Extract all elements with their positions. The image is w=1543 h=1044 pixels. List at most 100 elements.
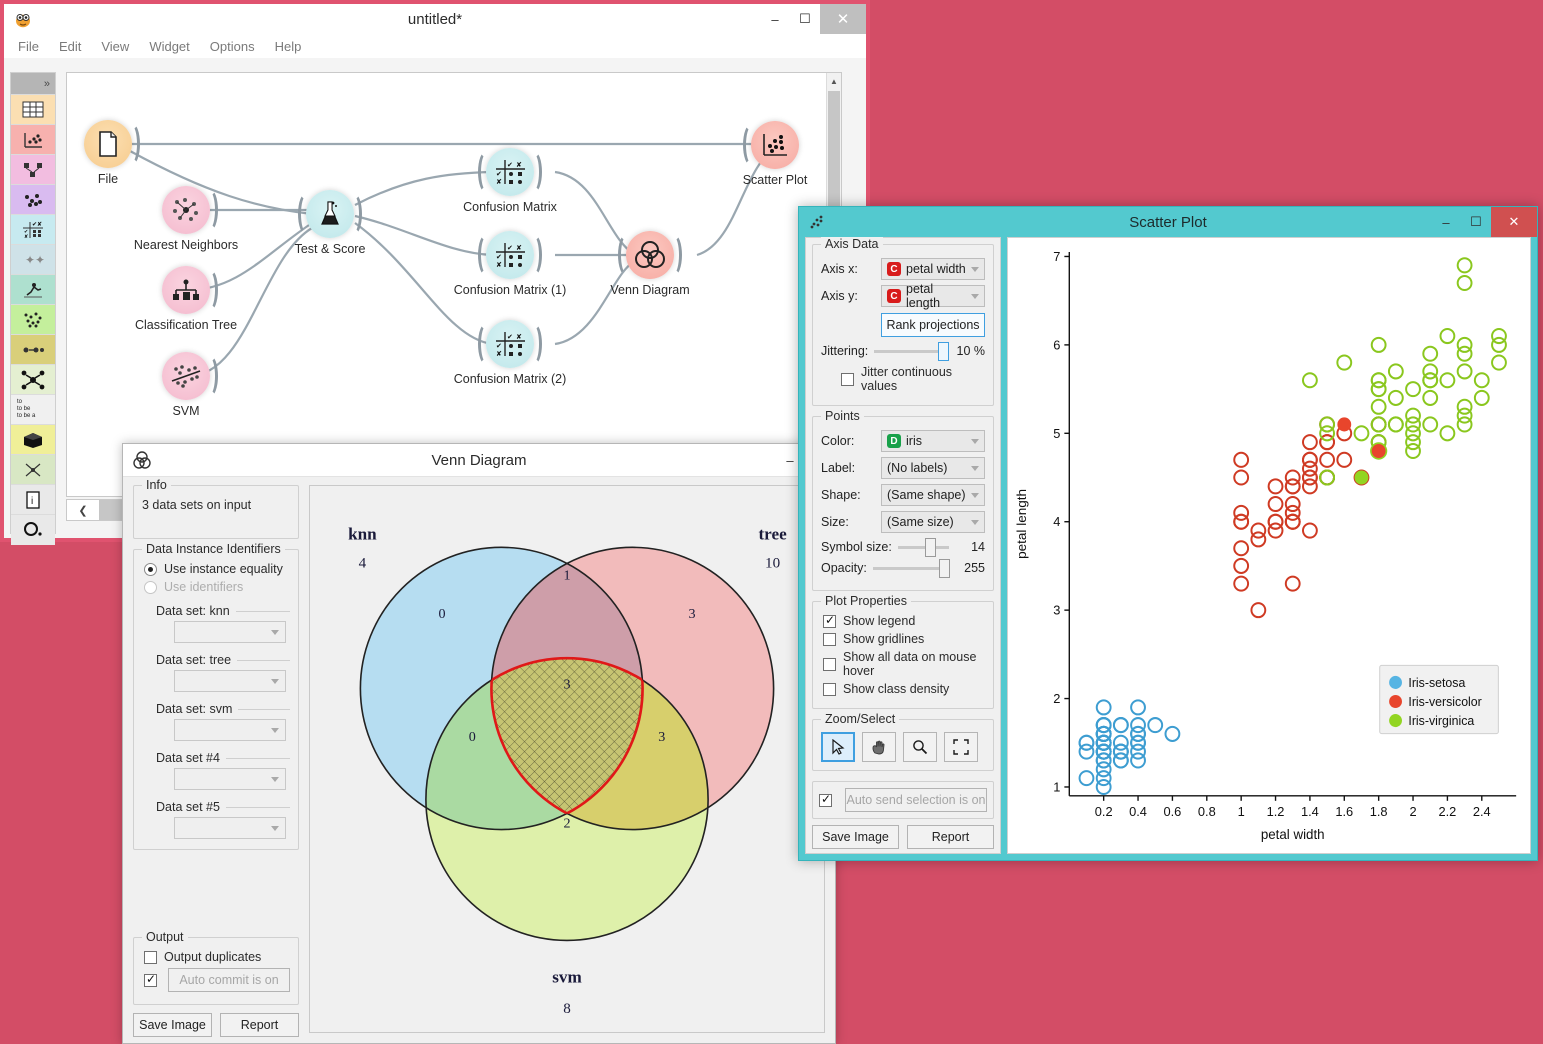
widget-toolbox: » ✔✘✔✘ ✦✦ bbox=[10, 72, 56, 534]
output-duplicates-box[interactable] bbox=[144, 951, 157, 964]
data-category-icon[interactable] bbox=[11, 95, 55, 125]
jitter-continuous-box[interactable] bbox=[841, 373, 854, 386]
minimize-button[interactable]: – bbox=[1431, 207, 1461, 237]
maximize-button[interactable]: ☐ bbox=[790, 4, 820, 34]
bioinformatics-category-icon[interactable] bbox=[11, 305, 55, 335]
report-button[interactable]: Report bbox=[220, 1013, 299, 1037]
maximize-button[interactable]: ☐ bbox=[1461, 207, 1491, 237]
auto-send-row[interactable]: Auto send selection is on bbox=[819, 788, 987, 812]
svg-text:✘: ✘ bbox=[516, 161, 522, 169]
axis-x-combo[interactable]: C petal width bbox=[881, 258, 985, 280]
checkbox-output-duplicates[interactable]: Output duplicates bbox=[144, 950, 290, 964]
radio-instance-equality-indicator[interactable] bbox=[144, 563, 157, 576]
menu-view[interactable]: View bbox=[101, 39, 129, 54]
report-button[interactable]: Report bbox=[907, 825, 994, 849]
jittering-slider[interactable] bbox=[874, 350, 949, 353]
show-gridlines-box[interactable] bbox=[823, 633, 836, 646]
shape-combo[interactable]: (Same shape) bbox=[881, 484, 985, 506]
axis-y-combo[interactable]: C petal length bbox=[881, 285, 985, 307]
checkbox-show-all-data-hover[interactable]: Show all data on mouse hover bbox=[823, 650, 985, 678]
jittering-slider-handle[interactable] bbox=[938, 342, 949, 361]
chevron-down-icon bbox=[971, 294, 979, 299]
dataset-4-combo[interactable] bbox=[174, 768, 286, 790]
checkbox-show-class-density[interactable]: Show class density bbox=[823, 682, 985, 696]
scatter-titlebar[interactable]: Scatter Plot – ☐ ✕ bbox=[799, 207, 1537, 237]
show-class-density-box[interactable] bbox=[823, 683, 836, 696]
symbol-size-slider-handle[interactable] bbox=[925, 538, 936, 557]
menu-file[interactable]: File bbox=[18, 39, 39, 54]
network-category-icon[interactable] bbox=[11, 365, 55, 395]
main-titlebar[interactable]: untitled* – ☐ ✕ bbox=[4, 4, 866, 34]
opacity-slider[interactable] bbox=[873, 567, 949, 570]
rank-projections-button[interactable]: Rank projections bbox=[881, 313, 985, 337]
radio-identifiers-indicator[interactable] bbox=[144, 581, 157, 594]
select-tool-button[interactable] bbox=[821, 732, 855, 762]
close-button[interactable]: ✕ bbox=[820, 4, 866, 34]
venn-plot[interactable]: knn 4 tree 10 svm 8 0 1 3 0 3 3 2 bbox=[309, 485, 825, 1033]
educational-category-icon[interactable] bbox=[11, 275, 55, 305]
toolbox-expand-button[interactable]: » bbox=[11, 73, 55, 95]
jitter-continuous-label: Jitter continuous values bbox=[861, 365, 985, 393]
radio-use-instance-equality[interactable]: Use instance equality bbox=[144, 562, 290, 576]
checkbox-show-gridlines[interactable]: Show gridlines bbox=[823, 632, 985, 646]
reset-zoom-button[interactable] bbox=[944, 732, 978, 762]
venn-identifiers-group: Data Instance Identifiers Use instance e… bbox=[133, 549, 299, 850]
auto-commit-box[interactable] bbox=[144, 974, 157, 987]
dataset-svm-combo[interactable] bbox=[174, 719, 286, 741]
text-mining-category-icon[interactable]: toto beto be a bbox=[11, 395, 55, 425]
dataset-5-combo[interactable] bbox=[174, 817, 286, 839]
workflow-canvas[interactable]: File Nearest Neighbors bbox=[66, 72, 842, 497]
show-all-data-hover-box[interactable] bbox=[823, 658, 836, 671]
auto-commit-button[interactable]: Auto commit is on bbox=[168, 968, 290, 992]
dataset-knn-combo[interactable] bbox=[174, 621, 286, 643]
label-row: Label: (No labels) bbox=[821, 457, 985, 479]
visualize-category-icon[interactable] bbox=[11, 125, 55, 155]
radio-use-identifiers[interactable]: Use identifiers bbox=[144, 580, 290, 594]
opacity-slider-handle[interactable] bbox=[939, 559, 950, 578]
scroll-left-icon[interactable]: ❮ bbox=[67, 504, 99, 517]
scroll-up-icon[interactable]: ▲ bbox=[827, 73, 841, 89]
svg-text:✦✦: ✦✦ bbox=[25, 253, 44, 267]
model-category-icon[interactable] bbox=[11, 155, 55, 185]
size-combo[interactable]: (Same size) bbox=[881, 511, 985, 533]
menu-edit[interactable]: Edit bbox=[59, 39, 81, 54]
size-value: (Same size) bbox=[887, 515, 954, 529]
auto-send-box[interactable] bbox=[819, 794, 832, 807]
pan-tool-button[interactable] bbox=[862, 732, 896, 762]
scatter-plot-area[interactable]: 12345670.20.40.60.811.21.41.61.822.22.4p… bbox=[1007, 237, 1531, 854]
label-combo[interactable]: (No labels) bbox=[881, 457, 985, 479]
confusion-category-icon[interactable]: ✔✘✔✘ bbox=[11, 215, 55, 245]
show-legend-box[interactable] bbox=[823, 615, 836, 628]
venn-diagram-window: Venn Diagram – ☐ Info 3 data sets on inp… bbox=[122, 443, 836, 1044]
auto-commit-row[interactable]: Auto commit is on bbox=[144, 968, 290, 992]
menu-options[interactable]: Options bbox=[210, 39, 255, 54]
save-image-button[interactable]: Save Image bbox=[133, 1013, 212, 1037]
geneset-category-icon[interactable] bbox=[11, 455, 55, 485]
save-image-button[interactable]: Save Image bbox=[812, 825, 899, 849]
venn-titlebar[interactable]: Venn Diagram – ☐ bbox=[123, 444, 835, 477]
close-button[interactable]: ✕ bbox=[1491, 207, 1537, 237]
prototypes-category-icon[interactable]: i bbox=[11, 485, 55, 515]
svg-text:✔: ✔ bbox=[507, 162, 513, 169]
checkbox-jitter-continuous[interactable]: Jitter continuous values bbox=[841, 365, 985, 393]
spectroscopy-category-icon[interactable] bbox=[11, 515, 55, 545]
node-file-label: File bbox=[66, 172, 198, 186]
auto-send-group: Auto send selection is on bbox=[812, 781, 994, 819]
label-value: (No labels) bbox=[887, 461, 947, 475]
menu-help[interactable]: Help bbox=[275, 39, 302, 54]
associate-category-icon[interactable] bbox=[11, 335, 55, 365]
menu-widget[interactable]: Widget bbox=[149, 39, 189, 54]
symbol-size-slider[interactable] bbox=[898, 546, 949, 549]
svg-text:6: 6 bbox=[1053, 337, 1060, 352]
minimize-button[interactable]: – bbox=[760, 4, 790, 34]
color-combo[interactable]: D iris bbox=[881, 430, 985, 452]
chevron-down-icon bbox=[271, 630, 279, 635]
auto-send-button[interactable]: Auto send selection is on bbox=[845, 788, 987, 812]
unsupervised-category-icon[interactable]: ✦✦ bbox=[11, 245, 55, 275]
evaluate-category-icon[interactable] bbox=[11, 185, 55, 215]
checkbox-show-legend[interactable]: Show legend bbox=[823, 614, 985, 628]
dataset-tree-combo[interactable] bbox=[174, 670, 286, 692]
datafusion-category-icon[interactable] bbox=[11, 425, 55, 455]
node-cm2-label: Confusion Matrix (2) bbox=[420, 372, 600, 386]
zoom-tool-button[interactable] bbox=[903, 732, 937, 762]
